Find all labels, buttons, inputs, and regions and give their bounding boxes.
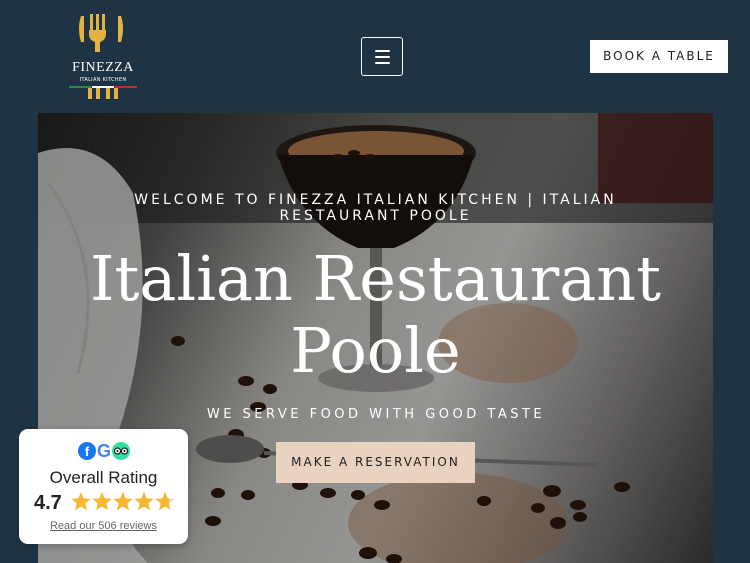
star-filled-icon	[134, 492, 154, 511]
logo-wordmark: FINEZZA	[72, 60, 134, 75]
star-filled-icon	[92, 492, 112, 511]
rating-widget[interactable]: f G Overall Rating 4.7 Read our 506 revi…	[19, 429, 188, 544]
google-icon: G	[97, 441, 111, 461]
finezza-logo[interactable]: FINEZZA ITALIAN KITCHEN	[63, 12, 143, 100]
rating-label: Overall Rating	[49, 468, 158, 487]
flag-stripe-red	[115, 86, 137, 88]
star-rating	[71, 492, 175, 511]
hamburger-icon	[375, 50, 390, 52]
hamburger-icon-bar	[375, 56, 390, 58]
hero-eyebrow: WELCOME TO FINEZZA ITALIAN KITCHEN | ITA…	[134, 192, 617, 224]
flag-stripe-white	[92, 86, 114, 88]
read-reviews-link[interactable]: Read our 506 reviews	[19, 520, 188, 532]
svg-text:G: G	[97, 441, 111, 461]
star-filled-icon	[71, 492, 91, 511]
logo-subtitle: ITALIAN KITCHEN	[79, 77, 127, 83]
make-reservation-button[interactable]: MAKE A RESERVATION	[276, 442, 475, 483]
rating-score: 4.7	[34, 492, 62, 514]
hero-title: Italian Restaurant Poole	[89, 242, 662, 387]
review-platform-icons: f G	[78, 441, 130, 461]
menu-toggle-button[interactable]	[361, 37, 403, 76]
tripadvisor-icon	[112, 442, 130, 460]
hamburger-icon-bar	[375, 62, 390, 64]
facebook-icon: f	[78, 442, 96, 460]
book-table-button[interactable]: BOOK A TABLE	[590, 40, 728, 73]
star-filled-icon	[113, 492, 133, 511]
flag-stripe-green	[69, 86, 91, 88]
hero-tagline: WE SERVE FOOD WITH GOOD TASTE	[206, 407, 546, 422]
svg-text:f: f	[85, 444, 90, 459]
